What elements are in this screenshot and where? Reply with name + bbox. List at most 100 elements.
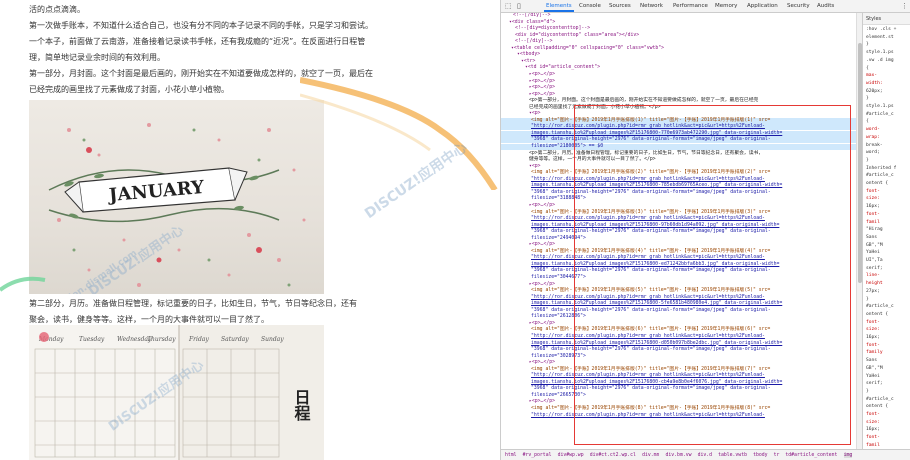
dom-node-line[interactable]: ▾<p> <box>501 111 541 117</box>
weekday-label: Thursday <box>147 336 176 343</box>
tab-elements[interactable]: Elements <box>544 3 574 12</box>
dom-node-line[interactable]: <img alt="图片-【手账】2019年1月手账排版(3)" title="… <box>501 210 770 216</box>
dom-node-line[interactable]: "3968" data-original-height="2976" data-… <box>501 137 857 144</box>
breadcrumb-item[interactable]: tbody <box>753 453 767 458</box>
dom-node-line[interactable]: "http://ror.discuz.com/plugin.php?id=rmr… <box>501 216 765 222</box>
dom-node-line[interactable]: ▸<p>…</p> <box>501 321 555 327</box>
dom-node-line[interactable]: <p>第二部分，月历。准备做日程管理，标记重要的日子，比如生日，节气，节日等纪念… <box>501 151 763 157</box>
breadcrumb-item[interactable]: tr <box>774 453 780 458</box>
dom-node-line[interactable]: "http://ror.discuz.com/plugin.php?id=rmr… <box>501 334 765 340</box>
dom-node-line[interactable]: images.tianshu.io%2Fupload_images%2F1517… <box>501 380 782 386</box>
tab-network[interactable]: Network <box>640 3 663 9</box>
breadcrumb-item[interactable]: img <box>843 453 853 458</box>
dom-node-line[interactable]: ▸<p>…</p> <box>501 203 555 209</box>
dom-node-line[interactable]: images.tianshu.io%2Fupload_images%2F1517… <box>501 341 782 347</box>
dom-node-line[interactable]: "3968" data-original-height="2976" data-… <box>501 229 771 235</box>
breadcrumb-item[interactable]: div.mn <box>642 453 659 458</box>
dom-node-line[interactable]: <!--[/diy]--> <box>501 39 553 45</box>
dom-node-line[interactable]: ▸<p>…</p> <box>501 282 555 288</box>
tab-performance[interactable]: Performance <box>673 3 708 9</box>
dom-node-line[interactable]: "3968" data-original-height="2976" data-… <box>501 308 771 314</box>
tab-console[interactable]: Console <box>579 3 601 9</box>
dom-node-line[interactable]: <img alt="图片-【手账】2019年1月手账排版(1)" title="… <box>501 117 857 124</box>
dom-node-line[interactable]: <div id="diycontenttop" class="area"></d… <box>501 33 639 39</box>
dom-node-line[interactable]: <!--[/diy]--> <box>501 13 551 19</box>
dom-node-line[interactable]: "http://ror.discuz.com/plugin.php?id=rmr… <box>501 177 765 183</box>
dom-node-line[interactable]: filesize="2494094"> <box>501 236 586 242</box>
dom-node-line[interactable]: "http://ror.discuz.com/plugin.php?id=rmr… <box>501 255 765 261</box>
tab-sources[interactable]: Sources <box>609 3 631 9</box>
breadcrumb-item[interactable]: div#ct.ct2.wp.cl <box>590 453 636 458</box>
dom-node-line[interactable]: "3968" data-original-height="2976" data-… <box>501 347 771 353</box>
styles-pane[interactable]: Styles :hov .cls + element.st} style.1.ps.… <box>862 13 910 449</box>
dom-node-line[interactable]: ▸<p>…</p> <box>501 72 555 78</box>
style-rule-line: Sans <box>866 234 878 240</box>
dom-node-line[interactable]: <img alt="图片-【手账】2019年1月手账排版(6)" title="… <box>501 327 770 333</box>
style-rule-line: 620px; <box>866 88 883 94</box>
dom-node-line[interactable]: <img alt="图片-【手账】2019年1月手账排版(5)" title="… <box>501 288 770 294</box>
dom-node-line[interactable]: images.tianshu.io%2Fupload_images%2F1517… <box>501 301 782 307</box>
dom-node-line[interactable]: "3968" data-original-height="2976" data-… <box>501 386 771 392</box>
tab-memory[interactable]: Memory <box>715 3 737 9</box>
style-rule-line: #article_c <box>866 111 894 117</box>
dom-node-line[interactable]: 健身等等。这样，一个月的大事件就可以一目了然了。</p> <box>501 157 656 163</box>
calendar-spread-photo[interactable]: Monday Tuesday Wednesday Thursday Friday… <box>29 325 324 460</box>
dom-node-line[interactable]: "3968" data-original-height="2976" data-… <box>501 268 771 274</box>
inspect-element-icon[interactable]: ⬚ <box>505 2 512 10</box>
dom-node-line[interactable]: <p>第一部分，月封面。这个封面是最后画的，刚开始实在不知道要做成怎样的，就空了… <box>501 98 758 104</box>
dom-node-line[interactable]: "http://ror.discuz.com/plugin.php?id=rmr… <box>501 373 765 379</box>
dom-node-line[interactable]: ▾<table cellpadding="0" cellspacing="0" … <box>501 46 664 52</box>
tab-audits[interactable]: Audits <box>817 3 834 9</box>
device-toggle-icon[interactable]: ▯ <box>517 2 521 10</box>
breadcrumb-item[interactable]: div.bm.vw <box>666 453 692 458</box>
dom-node-line[interactable]: "http://ror.discuz.com/plugin.php?id=rmr… <box>501 124 857 131</box>
dom-node-line[interactable]: filesize="2665730"> <box>501 393 586 399</box>
dom-node-line[interactable]: images.tianshu.io%2Fupload_images%2F1517… <box>501 130 857 137</box>
dom-node-line[interactable]: <!--[diy=diycontenttop]--> <box>501 26 590 32</box>
tab-security[interactable]: Security <box>787 3 810 9</box>
dom-node-line[interactable]: ▾<tr> <box>501 59 535 65</box>
dom-node-line[interactable]: ▾<td id="article_content"> <box>501 65 600 71</box>
dom-node-line[interactable]: ▸<p>…</p> <box>501 399 555 405</box>
breadcrumb-item[interactable]: #rv_portal <box>523 453 552 458</box>
style-rule-line: word- <box>866 127 880 133</box>
dom-node-line[interactable]: filesize="3044677"> <box>501 275 586 281</box>
paragraph: 理，简单地记录业余时间的有效利用。 <box>29 53 165 62</box>
dom-node-line[interactable]: filesize="2180005"> == $0 <box>501 144 857 150</box>
dom-node-line[interactable]: filesize="3188848"> <box>501 196 586 202</box>
dom-node-line[interactable]: images.tianshu.io%2Fupload_images%2F1517… <box>501 223 779 229</box>
journal-cover-photo[interactable]: JANUARY DISCUZ!应用中心 addon.dismall.com <box>29 100 324 294</box>
dom-node-line[interactable]: "http://ror.discuz.com/plugin.php?id=rmr… <box>501 295 765 301</box>
dom-node-line[interactable]: images.tianshu.io%2Fupload_images%2F1517… <box>501 183 782 189</box>
dom-node-line[interactable]: ▸<p>…</p> <box>501 79 555 85</box>
dom-node-line[interactable]: ▾<tbody> <box>501 52 540 58</box>
breadcrumb-item[interactable]: table.vwtb <box>718 453 747 458</box>
more-options-icon[interactable]: ⋮ <box>901 2 908 10</box>
dom-node-line[interactable]: "http://ror.discuz.com/plugin.php?id=rmr… <box>501 413 765 419</box>
elements-dom-tree[interactable]: <!--[/diy]--> ▾<div class="d"> <!--[diy=di… <box>501 13 857 449</box>
dom-node-line[interactable]: <img alt="图片-【手账】2019年1月手账排版(4)" title="… <box>501 249 770 255</box>
style-rule-line: } <box>866 388 869 394</box>
dom-node-line[interactable]: <img alt="图片-【手账】2019年1月手账排版(2)" title="… <box>501 170 770 176</box>
breadcrumb-item[interactable]: div#wp.wp <box>558 453 584 458</box>
style-rule-line: ontent { <box>866 404 889 410</box>
dom-node-line[interactable]: filesize="3028973"> <box>501 354 586 360</box>
dom-node-line[interactable]: "3968" data-original-height="2976" data-… <box>501 190 771 196</box>
dom-node-line[interactable]: 已经完成的画里找了元素做成了封面，小花小草小植物。</p> <box>501 105 660 111</box>
dom-node-line[interactable]: <img alt="图片-【手账】2019年1月手账排版(8)" title="… <box>501 406 770 412</box>
dom-node-line[interactable]: ▾<div class="d"> <box>501 20 555 26</box>
dom-node-line[interactable]: <img alt="图片-【手账】2019年1月手账排版(7)" title="… <box>501 367 770 373</box>
style-rule-line: font- <box>866 435 880 441</box>
tab-application[interactable]: Application <box>747 3 778 9</box>
dom-node-line[interactable]: images.tianshu.io%2Fupload_images%2F1517… <box>501 262 779 268</box>
dom-node-line[interactable]: ▾<p> <box>501 164 541 170</box>
styles-header[interactable]: Styles <box>863 13 910 25</box>
dom-node-line[interactable]: ▸<p>…</p> <box>501 360 555 366</box>
dom-node-line[interactable]: ▸<p>…</p> <box>501 242 555 248</box>
dom-node-line[interactable]: ▸<p>…</p> <box>501 85 555 91</box>
breadcrumb-item[interactable]: td#article_content <box>785 453 837 458</box>
breadcrumb-item[interactable]: div.d <box>698 453 712 458</box>
dom-node-line[interactable]: filesize="2612806"> <box>501 314 586 320</box>
dom-node-line[interactable]: ▸<p>…</p> <box>501 92 555 98</box>
breadcrumb-item[interactable]: html <box>505 453 517 458</box>
